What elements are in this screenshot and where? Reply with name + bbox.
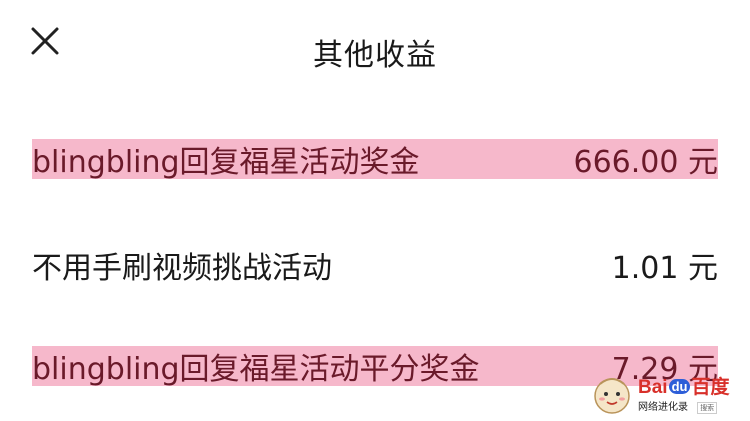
income-row: blingbling回复福星活动奖金 666.00 元 xyxy=(32,139,718,180)
baidu-logo-prefix: Bai xyxy=(638,377,668,398)
header-bar: 其他收益 xyxy=(0,0,750,100)
page-title: 其他收益 xyxy=(313,38,437,73)
mascot-icon xyxy=(594,378,630,414)
watermark-search-tag: 搜索 xyxy=(697,402,718,414)
baidu-watermark: Bai du 百度 网络进化录 搜索 xyxy=(590,368,750,421)
income-amount: 666.00 元 xyxy=(573,145,718,180)
baidu-logo-suffix: 百度 xyxy=(691,377,730,398)
income-label: blingbling回复福星活动奖金 xyxy=(32,145,420,180)
income-label: 不用手刷视频挑战活动 xyxy=(32,251,332,286)
watermark-subtitle: 网络进化录 搜索 xyxy=(638,398,718,414)
income-amount: 1.01 元 xyxy=(611,251,718,286)
watermark-account-name: 网络进化录 xyxy=(638,402,688,413)
income-row: 不用手刷视频挑战活动 1.01 元 xyxy=(32,245,718,286)
baidu-logo-paw: du xyxy=(668,379,691,394)
baidu-logo: Bai du 百度 xyxy=(638,372,729,399)
income-label: blingbling回复福星活动平分奖金 xyxy=(32,352,480,387)
